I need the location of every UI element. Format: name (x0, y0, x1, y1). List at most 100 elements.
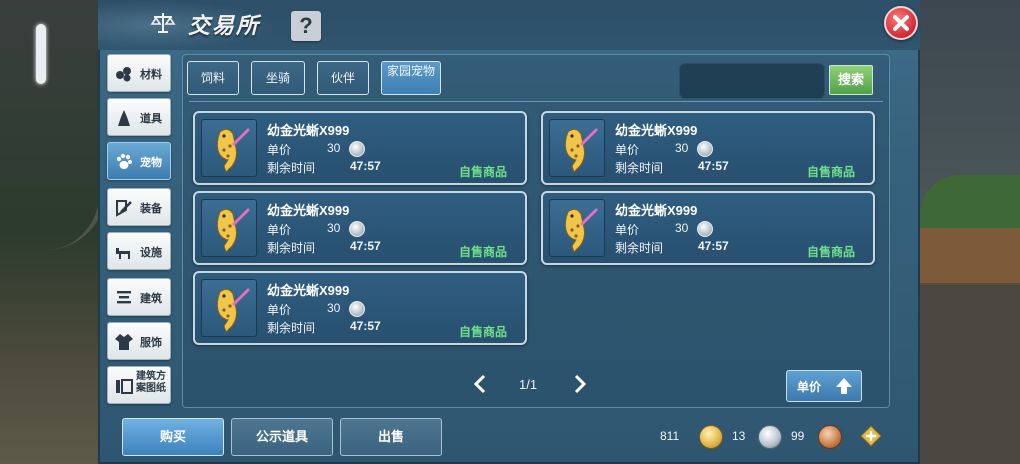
scene-right-background (920, 0, 1020, 464)
silver-coin-icon (697, 141, 713, 157)
sort-label: 单价 (797, 380, 822, 394)
item-name: 幼金光蜥X999 (267, 203, 350, 218)
props-icon (118, 110, 130, 126)
sort-by-price-button[interactable]: 单价 (786, 370, 862, 402)
silver-coin-icon (349, 301, 365, 317)
self-sale-tag: 自售商品 (807, 165, 856, 179)
time-value: 47:57 (698, 159, 729, 173)
sidebar-item-facility[interactable]: 设施 (107, 232, 171, 270)
scene-light-pole (36, 24, 46, 84)
self-sale-tag: 自售商品 (459, 165, 508, 179)
listing-card[interactable]: 幼金光蜥X999 单价 30 剩余时间 47:57 自售商品 (541, 111, 875, 185)
window-header: 交易所 ? (98, 0, 920, 50)
price-value: 30 (675, 141, 689, 155)
time-label: 剩余时间 (615, 161, 664, 175)
silver-amount: 13 (732, 429, 746, 443)
prev-page-icon[interactable] (473, 374, 487, 394)
tab-feed[interactable]: 饲料 (187, 61, 239, 95)
price-label: 单价 (267, 223, 292, 237)
add-currency-icon[interactable] (860, 425, 882, 447)
self-sale-tag: 自售商品 (807, 245, 856, 259)
sidebar-item-equipment[interactable]: 装备 (107, 188, 171, 226)
golden-lizard-icon (564, 208, 598, 253)
equipment-icon (116, 200, 132, 217)
pet-thumbnail (549, 119, 605, 177)
listing-card[interactable]: 幼金光蜥X999 单价 30 剩余时间 47:57 自售商品 (193, 271, 527, 345)
blueprint-icon (116, 379, 133, 394)
scene-left-background (0, 0, 106, 464)
price-value: 30 (327, 221, 341, 235)
exchange-window: 交易所 ? 材料 道具 宠物 装备 设施 建筑 服饰 建筑方案图纸 饲料 坐骑 … (98, 0, 920, 464)
price-value: 30 (675, 221, 689, 235)
copper-amount: 99 (791, 429, 805, 443)
sidebar-item-label: 设施 (140, 247, 162, 259)
pet-thumbnail (201, 199, 257, 257)
listing-card[interactable]: 幼金光蜥X999 单价 30 剩余时间 47:57 自售商品 (193, 191, 527, 265)
time-label: 剩余时间 (267, 161, 316, 175)
clothing-icon (115, 334, 133, 350)
sidebar-item-label: 建筑方案图纸 (136, 371, 166, 394)
item-name: 幼金光蜥X999 (267, 283, 350, 298)
window-title: 交易所 (188, 13, 261, 38)
sidebar-item-materials[interactable]: 材料 (107, 54, 171, 92)
time-value: 47:57 (698, 239, 729, 253)
sidebar-item-label: 服饰 (140, 337, 162, 349)
pet-thumbnail (549, 199, 605, 257)
building-icon (117, 291, 131, 304)
price-value: 30 (327, 301, 341, 315)
listing-area: 饲料 坐骑 伙伴 家园宠物 搜索 幼金光蜥X999 单价 30 剩余时间 47:… (182, 54, 890, 408)
scale-icon (150, 13, 176, 33)
sell-button[interactable]: 出售 (340, 418, 442, 456)
price-label: 单价 (615, 143, 640, 157)
sidebar-item-props[interactable]: 道具 (107, 98, 171, 136)
self-sale-tag: 自售商品 (459, 245, 508, 259)
listing-card[interactable]: 幼金光蜥X999 单价 30 剩余时间 47:57 自售商品 (541, 191, 875, 265)
price-value: 30 (327, 141, 341, 155)
help-button[interactable]: ? (291, 11, 321, 41)
sidebar-item-label: 宠物 (140, 157, 162, 169)
item-name: 幼金光蜥X999 (615, 203, 698, 218)
silver-coin-icon (349, 221, 365, 237)
close-icon (893, 15, 909, 31)
sidebar-item-blueprint[interactable]: 建筑方案图纸 (107, 366, 171, 404)
sidebar-item-label: 道具 (140, 113, 162, 125)
pet-thumbnail (201, 279, 257, 337)
sidebar-item-pets[interactable]: 宠物 (107, 142, 171, 180)
gold-amount: 811 (660, 429, 680, 443)
divider (189, 101, 883, 102)
facility-icon (116, 248, 130, 259)
pet-thumbnail (201, 119, 257, 177)
tab-partner[interactable]: 伙伴 (317, 61, 369, 95)
page-indicator: 1/1 (519, 377, 538, 392)
paw-icon (116, 153, 132, 169)
self-sale-tag: 自售商品 (459, 325, 508, 339)
time-value: 47:57 (350, 239, 381, 253)
sidebar-item-clothing[interactable]: 服饰 (107, 322, 171, 360)
time-value: 47:57 (350, 319, 381, 333)
sidebar-item-building[interactable]: 建筑 (107, 278, 171, 316)
close-button[interactable] (884, 6, 918, 40)
scene-ground (920, 285, 1020, 464)
buy-button[interactable]: 购买 (122, 418, 224, 456)
price-label: 单价 (615, 223, 640, 237)
search-button[interactable]: 搜索 (829, 65, 873, 95)
public-items-button[interactable]: 公示道具 (231, 418, 333, 456)
copper-coin-icon (818, 425, 842, 449)
price-label: 单价 (267, 303, 292, 317)
time-label: 剩余时间 (267, 241, 316, 255)
sort-ascending-icon (836, 378, 852, 394)
tab-mount[interactable]: 坐骑 (251, 61, 305, 95)
scene-wall (920, 228, 1020, 283)
scene-arch (0, 0, 106, 250)
item-name: 幼金光蜥X999 (615, 123, 698, 138)
search-input[interactable] (679, 63, 825, 99)
item-name: 幼金光蜥X999 (267, 123, 350, 138)
time-label: 剩余时间 (267, 321, 316, 335)
gold-coin-icon (699, 425, 723, 449)
next-page-icon[interactable] (573, 374, 587, 394)
listing-card[interactable]: 幼金光蜥X999 单价 30 剩余时间 47:57 自售商品 (193, 111, 527, 185)
sidebar-item-label: 建筑 (140, 293, 162, 305)
tab-home-pet[interactable]: 家园宠物 (381, 61, 441, 95)
silver-coin-icon (758, 425, 782, 449)
price-label: 单价 (267, 143, 292, 157)
